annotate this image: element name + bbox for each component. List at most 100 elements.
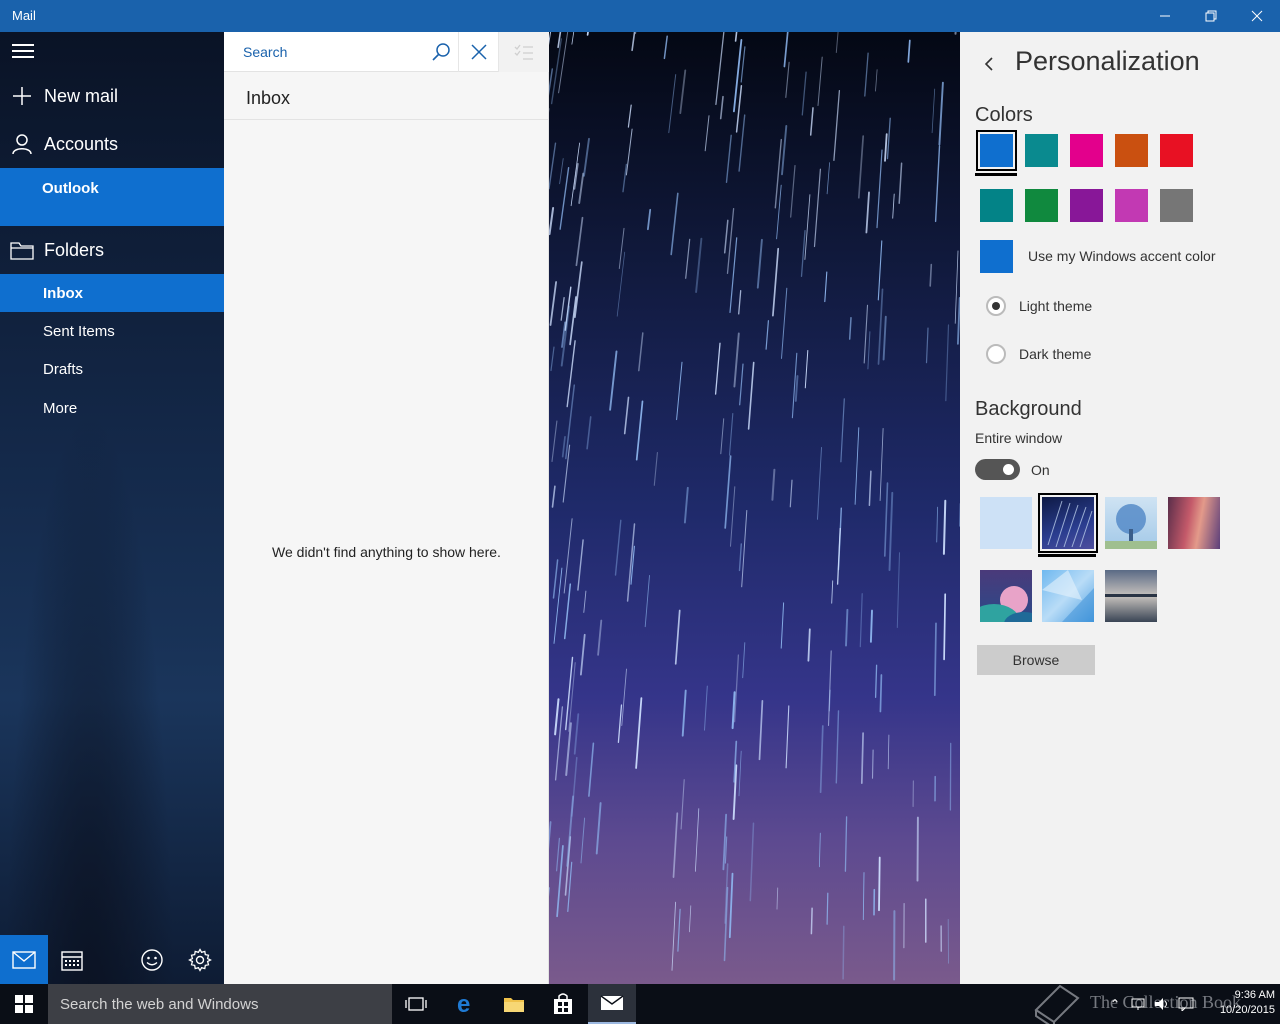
- minimize-icon: [1160, 15, 1170, 17]
- file-explorer-icon: [504, 998, 524, 1012]
- color-swatch[interactable]: [1025, 134, 1058, 167]
- color-swatch[interactable]: [1025, 189, 1058, 222]
- background-thumbnail-tree[interactable]: [1105, 497, 1157, 549]
- hamburger-menu-icon[interactable]: [12, 44, 34, 60]
- restore-icon: [1205, 10, 1217, 22]
- calendar-switch-button[interactable]: [48, 935, 96, 984]
- settings-button[interactable]: [176, 935, 224, 984]
- start-button[interactable]: [0, 984, 48, 1024]
- folders-label: Folders: [44, 239, 105, 260]
- star-trails-image: [549, 32, 960, 981]
- color-swatch[interactable]: [1115, 189, 1148, 222]
- color-swatch[interactable]: [1115, 134, 1148, 167]
- volume-icon[interactable]: [1154, 997, 1170, 1011]
- light-theme-radio[interactable]: [986, 296, 1006, 316]
- background-thumbnail-lake[interactable]: [1105, 570, 1157, 622]
- chevron-up-icon[interactable]: ⌃: [1110, 997, 1120, 1011]
- entire-window-label: Entire window: [975, 430, 1063, 446]
- close-icon: [1251, 10, 1263, 22]
- background-thumbnail-plain-blue[interactable]: [980, 497, 1032, 549]
- dark-theme-label: Dark theme: [1019, 346, 1092, 362]
- close-button[interactable]: [1234, 0, 1280, 32]
- toggle-state-label: On: [1031, 461, 1050, 478]
- minimize-button[interactable]: [1142, 0, 1188, 32]
- folder-more[interactable]: More: [0, 389, 224, 427]
- calendar-icon: [61, 950, 83, 971]
- plus-icon: [0, 86, 44, 106]
- dark-theme-radio[interactable]: [986, 344, 1006, 364]
- color-swatch[interactable]: [1070, 134, 1103, 167]
- mail-icon: [600, 995, 624, 1010]
- page-title: Personalization: [1015, 46, 1200, 76]
- task-view-button[interactable]: [392, 984, 440, 1024]
- action-center-icon[interactable]: [1178, 997, 1194, 1011]
- color-swatch[interactable]: [1160, 134, 1193, 167]
- mail-switch-button[interactable]: [0, 935, 48, 984]
- color-swatch[interactable]: [976, 130, 1017, 171]
- accounts-label: Accounts: [44, 133, 119, 154]
- edge-button[interactable]: e: [442, 984, 490, 1024]
- search-input[interactable]: Search: [243, 44, 287, 60]
- network-icon[interactable]: [1130, 997, 1146, 1011]
- chevron-left-icon: [984, 57, 993, 71]
- browse-button[interactable]: Browse: [977, 645, 1095, 675]
- close-icon: [470, 44, 487, 60]
- entire-window-toggle[interactable]: [975, 459, 1020, 480]
- folder-inbox[interactable]: Inbox: [0, 274, 224, 312]
- nav-bottom-bar: [0, 935, 224, 984]
- folders-button[interactable]: Folders: [0, 228, 224, 272]
- selected-background-indicator: [1038, 554, 1096, 557]
- message-list-pane: Search Inbox We didn't find anything to …: [224, 32, 549, 984]
- gear-icon: [188, 947, 212, 972]
- task-view-icon: [405, 997, 427, 1011]
- folder-drafts[interactable]: Drafts: [0, 350, 224, 388]
- light-theme-option[interactable]: Light theme: [986, 296, 1092, 316]
- reading-pane-background: [549, 32, 960, 984]
- selected-color-indicator: [975, 173, 1017, 176]
- feedback-button[interactable]: [128, 935, 176, 984]
- color-swatch[interactable]: [1160, 189, 1193, 222]
- new-mail-label: New mail: [44, 85, 119, 106]
- mail-app-button[interactable]: [588, 984, 636, 1024]
- background-heading: Background: [975, 398, 1082, 420]
- taskbar-clock[interactable]: 9:36 AM 10/20/2015: [1205, 988, 1275, 1018]
- store-icon: [554, 993, 572, 1014]
- message-list-folder-title: Inbox: [246, 88, 291, 108]
- back-button[interactable]: [982, 54, 996, 74]
- search-bar: Search: [224, 32, 549, 72]
- clear-search-button[interactable]: [458, 32, 499, 72]
- accent-color-swatch: [980, 239, 1013, 273]
- title-bar: Mail: [0, 0, 1280, 32]
- background-thumbnail-star-trails[interactable]: [1038, 493, 1098, 553]
- windows-logo-icon: [15, 995, 33, 1013]
- taskbar-search-box[interactable]: Search the web and Windows: [48, 984, 392, 1024]
- account-item-outlook[interactable]: [0, 168, 224, 226]
- selection-mode-button[interactable]: [499, 32, 549, 72]
- light-theme-label: Light theme: [1019, 298, 1093, 314]
- person-icon: [0, 133, 44, 155]
- color-swatch[interactable]: [980, 189, 1013, 222]
- background-thumbnail-canyon[interactable]: [1168, 497, 1220, 549]
- background-thumbnail-geometric[interactable]: [1042, 570, 1094, 622]
- folder-sent-items[interactable]: Sent Items: [0, 312, 224, 350]
- dark-theme-option[interactable]: Dark theme: [986, 344, 1091, 364]
- new-mail-button[interactable]: New mail: [0, 74, 224, 118]
- restore-button[interactable]: [1188, 0, 1234, 32]
- window-title: Mail: [12, 8, 36, 23]
- entire-window-toggle-row: On: [975, 459, 1050, 480]
- account-name: Outlook: [42, 180, 99, 197]
- folder-icon: [0, 240, 44, 260]
- windows-accent-option[interactable]: Use my Windows accent color: [980, 239, 1216, 273]
- store-button[interactable]: [539, 984, 587, 1024]
- search-button[interactable]: [424, 32, 458, 72]
- smiley-icon: [141, 948, 163, 971]
- mail-icon: [12, 950, 36, 969]
- file-explorer-button[interactable]: [490, 984, 538, 1024]
- clock-time: 9:36 AM: [1234, 989, 1275, 1001]
- clock-date: 10/20/2015: [1219, 1004, 1275, 1016]
- system-tray: ⌃: [1110, 984, 1194, 1024]
- background-thumbnail-hills[interactable]: [968, 570, 1044, 640]
- accounts-button[interactable]: Accounts: [0, 122, 224, 166]
- color-swatch[interactable]: [1070, 189, 1103, 222]
- accent-color-label: Use my Windows accent color: [1028, 248, 1216, 264]
